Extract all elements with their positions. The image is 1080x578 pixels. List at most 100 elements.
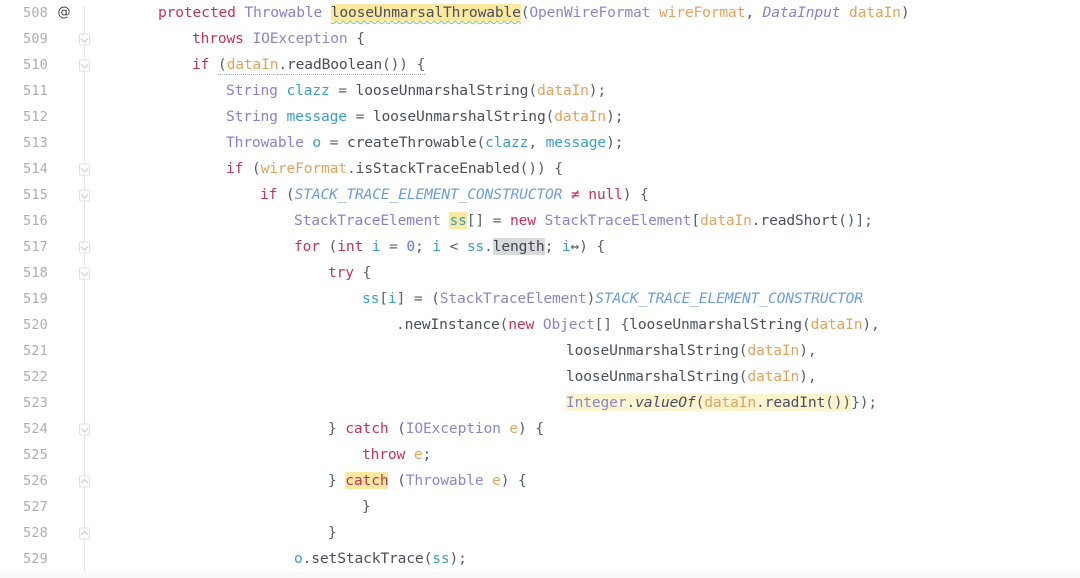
line-number: 524 bbox=[23, 421, 48, 437]
code-token: ( bbox=[319, 238, 338, 255]
code-line[interactable]: if (wireFormat.isStackTraceEnabled()) { bbox=[100, 156, 1080, 182]
code-token: e bbox=[509, 420, 519, 437]
code-token: ()) bbox=[825, 394, 852, 411]
code-token: ( bbox=[423, 550, 433, 567]
code-token: Integer bbox=[566, 394, 627, 411]
code-line[interactable]: if (STACK_TRACE_ELEMENT_CONSTRUCTOR ≠ nu… bbox=[100, 182, 1080, 208]
code-token: Throwable bbox=[244, 4, 323, 21]
code-token: readShort bbox=[760, 212, 839, 229]
fold-expand-icon[interactable] bbox=[78, 241, 91, 254]
code-line[interactable]: StackTraceElement ss[] = new StackTraceE… bbox=[100, 208, 1080, 234]
gutter-line: 523 bbox=[0, 390, 100, 416]
code-token: looseUnmarshalString bbox=[355, 82, 529, 99]
line-number: 513 bbox=[23, 135, 48, 151]
code-line[interactable]: looseUnmarshalString(dataIn), bbox=[100, 364, 1080, 390]
code-token: readBoolean bbox=[287, 56, 383, 75]
code-line[interactable]: String clazz = looseUnmarshalString(data… bbox=[100, 78, 1080, 104]
code-line[interactable]: } bbox=[100, 494, 1080, 520]
gutter-line: 508 @ bbox=[0, 0, 100, 26]
code-token: } bbox=[328, 420, 346, 437]
line-number: 527 bbox=[23, 499, 48, 515]
code-token: dataIn bbox=[554, 108, 607, 125]
code-token: dataIn bbox=[747, 342, 800, 359]
code-line[interactable]: throw e; bbox=[100, 442, 1080, 468]
code-token: ( bbox=[388, 472, 406, 489]
fold-collapse-icon[interactable] bbox=[78, 475, 91, 488]
fold-expand-icon[interactable] bbox=[78, 189, 91, 202]
code-token: [] = bbox=[466, 212, 510, 229]
code-line[interactable]: Throwable o = createThrowable(clazz, mes… bbox=[100, 130, 1080, 156]
code-token: new bbox=[509, 212, 536, 229]
editor-gutter[interactable]: 508 @509 510 511 512 513 514 515 516 517 518 519 520… bbox=[0, 0, 100, 578]
code-token: try bbox=[328, 264, 354, 281]
code-token: o bbox=[312, 134, 322, 151]
code-token: createThrowable bbox=[346, 134, 477, 151]
line-number: 508 bbox=[23, 5, 48, 21]
code-token: Object bbox=[542, 316, 595, 333]
fold-expand-icon[interactable] bbox=[78, 33, 91, 46]
code-token: ss bbox=[449, 212, 467, 229]
code-token: message bbox=[286, 108, 347, 125]
gutter-line: 519 bbox=[0, 286, 100, 312]
fold-expand-icon[interactable] bbox=[78, 59, 91, 72]
code-token: } bbox=[328, 524, 337, 541]
code-token: DataInput bbox=[762, 4, 841, 21]
code-line[interactable]: looseUnmarshalString(dataIn), bbox=[100, 338, 1080, 364]
code-line[interactable]: throws IOException { bbox=[100, 26, 1080, 52]
code-line[interactable]: protected Throwable looseUnmarsalThrowab… bbox=[100, 0, 1080, 26]
code-token: { bbox=[353, 264, 372, 281]
code-token: ) { bbox=[622, 186, 649, 203]
code-line[interactable]: if (dataIn.readBoolean()) { bbox=[100, 52, 1080, 78]
code-line[interactable]: try { bbox=[100, 260, 1080, 286]
code-line[interactable]: ss[i] = (StackTraceElement)STACK_TRACE_E… bbox=[100, 286, 1080, 312]
code-token: < bbox=[440, 238, 467, 255]
code-token: { bbox=[347, 30, 365, 47]
gutter-line: 520 bbox=[0, 312, 100, 338]
code-line[interactable]: for (int i = 0; i < ss.length; i↔) { bbox=[100, 234, 1080, 260]
code-line[interactable]: o.setStackTrace(ss); bbox=[100, 546, 1080, 572]
code-token: 0 bbox=[406, 238, 415, 255]
line-number: 528 bbox=[23, 525, 48, 541]
code-token: dataIn bbox=[536, 82, 589, 99]
code-line[interactable]: Integer.valueOf(dataIn.readInt())}); bbox=[100, 390, 1080, 416]
code-line[interactable]: } bbox=[100, 520, 1080, 546]
code-token: ( bbox=[695, 394, 705, 411]
fold-expand-icon[interactable] bbox=[78, 163, 91, 176]
code-token: . bbox=[756, 394, 765, 411]
code-token: ; bbox=[422, 446, 432, 463]
code-token: message bbox=[545, 134, 607, 151]
code-token: ), bbox=[799, 342, 817, 359]
code-token: ( bbox=[476, 134, 486, 151]
line-number: 517 bbox=[23, 239, 48, 255]
line-number: 515 bbox=[23, 187, 48, 203]
code-line[interactable]: .newInstance(new Object[] {looseUnmarsha… bbox=[100, 312, 1080, 338]
code-line[interactable]: } catch (Throwable e) { bbox=[100, 468, 1080, 494]
code-token: ss bbox=[432, 550, 450, 567]
code-line[interactable]: String message = looseUnmarshalString(da… bbox=[100, 104, 1080, 130]
code-token: ; bbox=[544, 238, 562, 255]
code-token: e bbox=[492, 472, 501, 489]
fold-expand-icon[interactable] bbox=[78, 423, 91, 436]
code-token: StackTraceElement bbox=[439, 290, 587, 307]
code-content-area[interactable]: protected Throwable looseUnmarsalThrowab… bbox=[100, 0, 1080, 578]
code-token: catch bbox=[345, 472, 389, 489]
code-token: length bbox=[492, 238, 545, 255]
code-editor[interactable]: 508 @509 510 511 512 513 514 515 516 517 518 519 520… bbox=[0, 0, 1080, 578]
gutter-line: 521 bbox=[0, 338, 100, 364]
code-token: ( bbox=[277, 186, 295, 203]
fold-expand-icon[interactable] bbox=[78, 267, 91, 280]
line-number: 523 bbox=[23, 395, 48, 411]
fold-collapse-icon[interactable] bbox=[78, 527, 91, 540]
code-token: setStackTrace bbox=[311, 550, 424, 567]
code-token: ≠ bbox=[570, 186, 580, 203]
code-token: looseUnmarshalString bbox=[566, 342, 739, 359]
code-token: looseUnmarshalString bbox=[629, 316, 802, 333]
code-token: dataIn bbox=[810, 316, 863, 333]
code-line[interactable]: } catch (IOException e) { bbox=[100, 416, 1080, 442]
annotation-marker-icon[interactable]: @ bbox=[56, 0, 72, 26]
code-token: clazz bbox=[485, 134, 529, 151]
code-token: [ bbox=[691, 212, 700, 229]
